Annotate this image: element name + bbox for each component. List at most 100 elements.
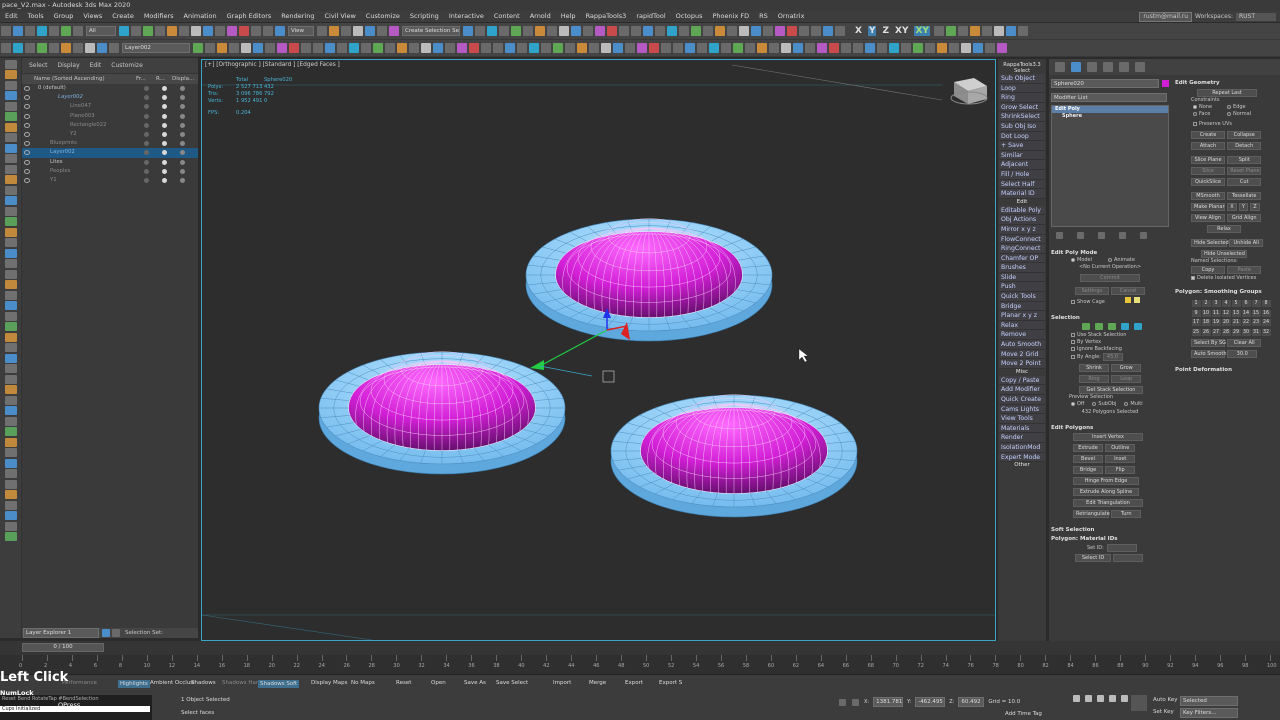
selection-rollout[interactable]: Selection [1051, 314, 1169, 322]
toolbar-tool-icon[interactable] [329, 26, 339, 36]
toolbar-tool-icon[interactable] [763, 26, 773, 36]
explorer-row[interactable]: Blueprints [22, 139, 198, 148]
quick-button-shadows-soft[interactable]: Shadows Soft [258, 680, 300, 688]
viewcube[interactable] [950, 78, 988, 105]
quick-button-shadows[interactable]: Shadows [191, 680, 216, 686]
toolbar-tool-icon[interactable] [13, 26, 23, 36]
toolbar-tool-icon[interactable] [49, 43, 59, 53]
visibility-eye-icon[interactable] [24, 177, 30, 183]
freeze-toggle-icon[interactable] [144, 159, 149, 165]
left-tool-icon[interactable] [4, 101, 17, 111]
left-tool-icon[interactable] [4, 469, 17, 478]
left-tool-icon[interactable] [4, 133, 17, 142]
toolbar-tool-icon[interactable] [817, 43, 827, 53]
display-toggle-icon[interactable] [180, 122, 185, 128]
toolbar-tool-icon[interactable] [193, 43, 203, 53]
inset-button[interactable]: Inset [1105, 455, 1136, 463]
left-tool-icon[interactable] [4, 406, 17, 415]
left-tool-icon[interactable] [4, 248, 17, 258]
clear-all-button[interactable]: Clear All [1227, 339, 1262, 347]
toolbar-tool-icon[interactable] [377, 26, 387, 36]
toolbar-tool-icon[interactable] [313, 43, 323, 53]
toolbar-tool-icon[interactable] [685, 43, 695, 53]
rappa-button-chamfer-op[interactable]: Chamfer OP [999, 253, 1045, 264]
toolbar-tool-icon[interactable] [143, 26, 153, 36]
toolbar-tool-icon[interactable] [13, 43, 23, 53]
display-toggle-icon[interactable] [180, 159, 185, 165]
reset-plane-button[interactable]: Reset Plane [1227, 167, 1262, 175]
toolbar-tool-icon[interactable] [325, 43, 335, 53]
left-tool-icon[interactable] [4, 175, 17, 184]
configure-sets-icon[interactable] [1140, 232, 1147, 239]
shrink-button[interactable]: Shrink [1079, 364, 1109, 372]
outline-button[interactable]: Outline [1105, 444, 1136, 452]
axis-z-button[interactable]: Z [882, 26, 889, 36]
toolbar-tool-icon[interactable] [217, 43, 227, 53]
renderable-toggle-icon[interactable] [162, 131, 167, 137]
menu-item-graph-editors[interactable]: Graph Editors [222, 11, 277, 22]
toolbar-tool-icon[interactable] [643, 26, 653, 36]
toolbar-tool-icon[interactable] [253, 43, 263, 53]
toolbar-tool-icon[interactable] [337, 43, 347, 53]
split-button[interactable]: Split [1227, 156, 1262, 164]
user-account[interactable]: rustm@mail.ru [1139, 11, 1193, 22]
rappa-button-select-half[interactable]: Select Half [999, 179, 1045, 190]
toolbar-tool-icon[interactable] [25, 43, 35, 53]
make-planar-button[interactable]: Make Planar [1191, 203, 1225, 211]
smoothing-group-button[interactable]: 26 [1201, 328, 1211, 336]
modify-tab-icon[interactable] [1071, 62, 1081, 72]
ring-button[interactable]: Ring [1079, 375, 1109, 383]
toolbar-tool-icon[interactable] [409, 43, 419, 53]
renderable-toggle-icon[interactable] [162, 122, 167, 128]
axis-xy-button[interactable]: XY [895, 26, 908, 36]
rappa-button-push[interactable]: Push [999, 282, 1045, 293]
toolbar-tool-icon[interactable] [661, 43, 671, 53]
freeze-toggle-icon[interactable] [144, 113, 149, 119]
left-tool-icon[interactable] [4, 59, 17, 69]
model-radio[interactable] [1071, 257, 1075, 262]
quick-button-shadows-hard[interactable]: Shadows Hard [222, 680, 261, 686]
toolbar-tool-icon[interactable] [317, 26, 327, 36]
quick-button-merge[interactable]: Merge [589, 680, 606, 686]
rappa-button-ring[interactable]: Ring [999, 93, 1045, 103]
use-stack-checkbox[interactable] [1071, 332, 1075, 337]
explorer-tab-edit[interactable]: Edit [85, 62, 107, 69]
toolbar-tool-icon[interactable] [463, 26, 473, 36]
menu-item-tools[interactable]: Tools [23, 11, 49, 22]
toolbar-tool-icon[interactable] [277, 43, 287, 53]
grow-button[interactable]: Grow [1111, 364, 1142, 372]
rappa-button-auto-smooth[interactable]: Auto Smooth [999, 340, 1045, 350]
relax-button[interactable]: Relax [1207, 225, 1241, 233]
toolbar-tool-icon[interactable] [799, 26, 809, 36]
toolbar-tool-icon[interactable] [993, 26, 1004, 36]
left-tool-icon[interactable] [4, 185, 17, 195]
toolbar-tool-icon[interactable] [191, 26, 201, 36]
viewport-scene[interactable] [202, 60, 996, 641]
left-tool-icon[interactable] [4, 490, 17, 499]
copy-selection-button[interactable]: Copy [1191, 266, 1225, 274]
toolbar-tool-icon[interactable] [793, 43, 803, 53]
toolbar-tool-icon[interactable] [241, 43, 251, 53]
toolbar-tool-icon[interactable] [205, 43, 215, 53]
left-tool-icon[interactable] [4, 196, 17, 205]
previous-frame-icon[interactable] [1085, 695, 1092, 702]
hide-unselected-button[interactable]: Hide Unselected [1201, 250, 1247, 258]
menu-item-rappatools3[interactable]: RappaTools3 [581, 11, 632, 22]
left-tool-icon[interactable] [4, 343, 17, 352]
border-mode-icon[interactable] [1108, 323, 1116, 330]
toolbar-tool-icon[interactable] [745, 43, 755, 53]
vertex-mode-icon[interactable] [1082, 323, 1090, 330]
view-align-button[interactable]: View Align [1191, 214, 1225, 222]
constraint-normal-radio[interactable] [1227, 111, 1231, 116]
toolbar-tool-icon[interactable] [517, 43, 527, 53]
smoothing-group-button[interactable]: 22 [1241, 319, 1251, 326]
quick-button-open[interactable]: Open [431, 680, 446, 686]
toolbar-tool-icon[interactable] [493, 43, 503, 53]
rappa-button-fill-hole[interactable]: Fill / Hole [999, 169, 1045, 180]
visibility-eye-icon[interactable] [24, 159, 30, 165]
left-tool-icon[interactable] [4, 112, 17, 121]
stack-item-edit-poly[interactable]: Edit Poly [1052, 106, 1168, 113]
toolbar-tool-icon[interactable] [945, 26, 956, 36]
freeze-toggle-icon[interactable] [144, 150, 149, 156]
toolbar-tool-icon[interactable] [365, 26, 375, 36]
